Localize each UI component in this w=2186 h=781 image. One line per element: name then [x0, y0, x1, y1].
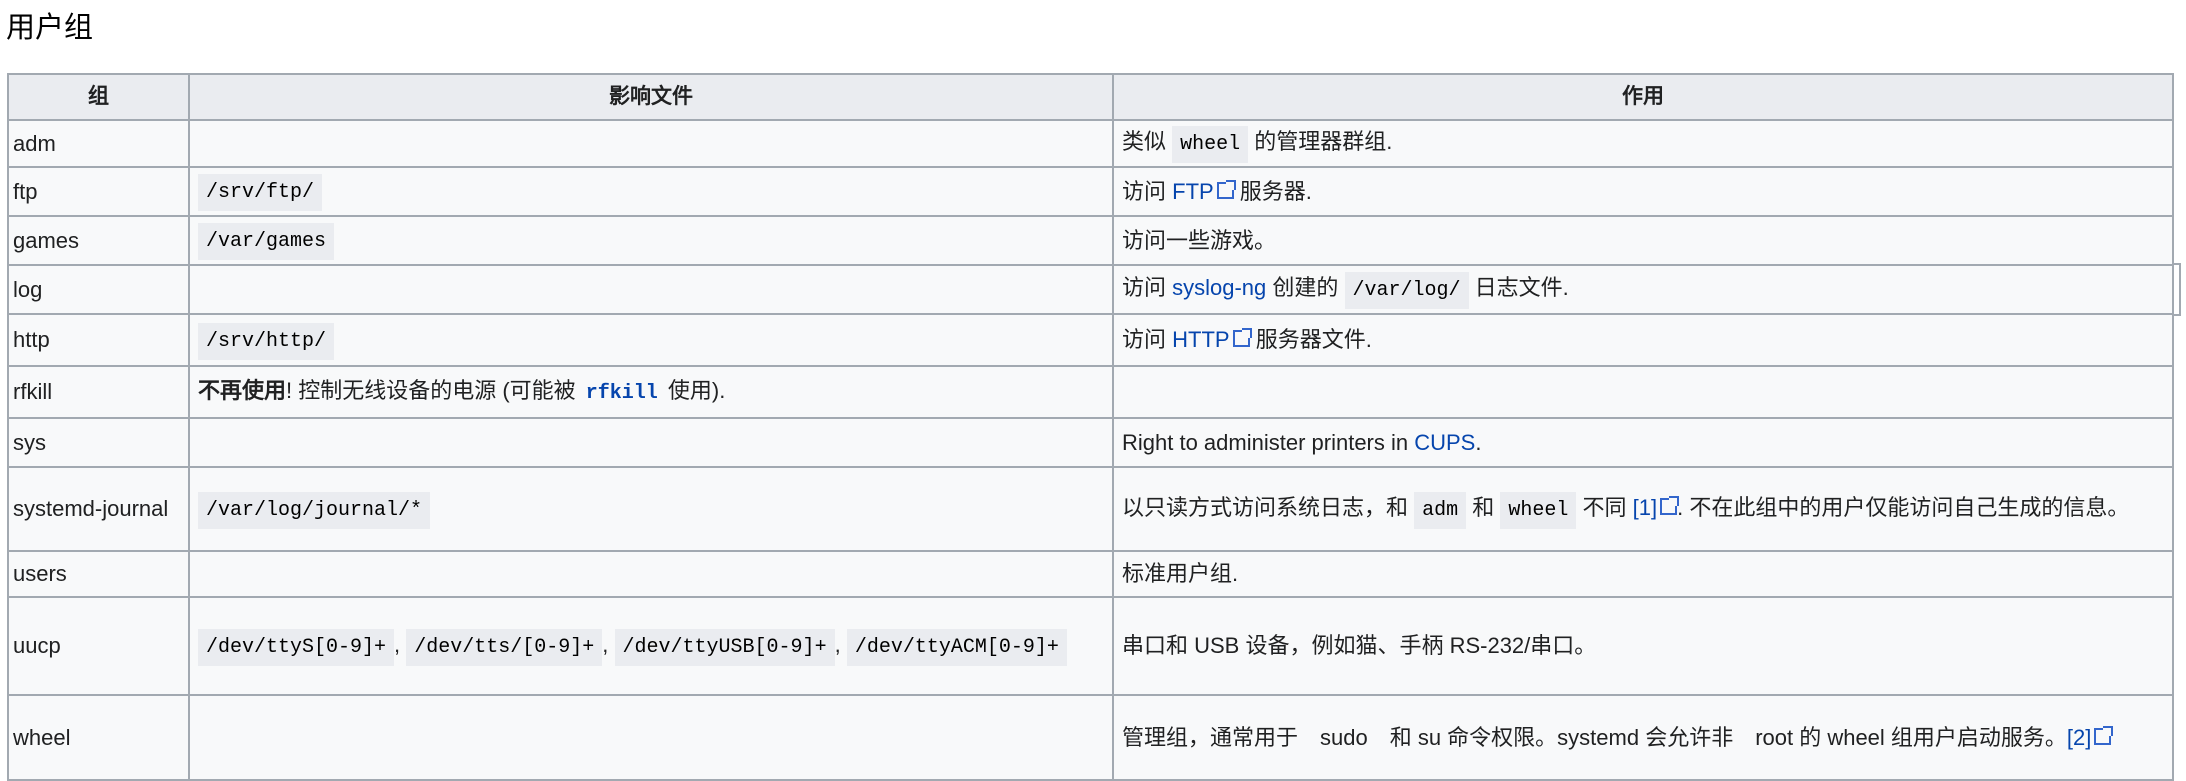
- text: .: [1475, 429, 1482, 455]
- purpose: Right to administer printers in CUPS.: [1112, 417, 2174, 468]
- external-link-icon: [1216, 179, 1236, 199]
- affected-files: [188, 417, 1114, 468]
- code-snippet: /dev/tts/[0-9]+: [406, 628, 603, 666]
- code-snippet: /dev/ttyS[0-9]+: [198, 628, 395, 666]
- table-row: systemd-journal/var/log/journal/* 以只读方式访问…: [7, 466, 2174, 552]
- rfkill-link[interactable]: rfkill: [582, 382, 662, 405]
- group-name: uucp: [7, 596, 190, 696]
- external-link-icon: [1660, 495, 1680, 515]
- table-row: ftp/srv/ftp/访问 FTP 服务器.: [7, 166, 2174, 217]
- wiki-link[interactable]: CUPS: [1414, 430, 1475, 455]
- group-name: games: [7, 215, 190, 266]
- code-snippet: /var/log/: [1344, 272, 1469, 309]
- external-link[interactable]: HTTP: [1172, 327, 1229, 352]
- code-snippet: /dev/ttyACM[0-9]+: [846, 628, 1067, 666]
- affected-files: [188, 694, 1114, 781]
- text: 日志文件.: [1468, 275, 1569, 300]
- text: 服务器.: [1233, 178, 1312, 204]
- text: 管理组，通常用于 sudo 和 su 命令权限。systemd 会允许非 roo…: [1122, 724, 2067, 750]
- text: 串口和 USB 设备，例如猫、手柄 RS-232/串口。: [1122, 633, 1597, 658]
- purpose: [1112, 365, 2174, 419]
- code-snippet: wheel: [1172, 126, 1249, 163]
- group-name: users: [7, 550, 190, 598]
- group-name: sys: [7, 417, 190, 468]
- group-name: rfkill: [7, 365, 190, 419]
- text: 和: [1466, 494, 1501, 520]
- text: 创建的: [1266, 275, 1345, 300]
- table-row: rfkill 不再使用! 控制无线设备的电源 (可能被 rfkill 使用).: [7, 365, 2174, 419]
- group-name: adm: [7, 119, 190, 168]
- external-link[interactable]: FTP: [1172, 179, 1214, 204]
- purpose: 访问一些游戏。: [1112, 215, 2174, 266]
- text: 标准用户组.: [1122, 561, 1239, 586]
- text: Right to administer printers in: [1122, 429, 1415, 455]
- purpose: 访问 HTTP 服务器文件.: [1112, 313, 2174, 367]
- text: 访问: [1122, 178, 1173, 204]
- affected-files: [188, 550, 1114, 598]
- header-files[interactable]: 影响文件: [188, 73, 1114, 121]
- table-row: http/srv/http/访问 HTTP 服务器文件.: [7, 313, 2174, 367]
- group-name: wheel: [7, 694, 190, 781]
- purpose: 串口和 USB 设备，例如猫、手柄 RS-232/串口。: [1112, 596, 2174, 696]
- external-link-icon: [2094, 725, 2114, 745]
- text: 使用).: [661, 377, 726, 403]
- text: 访问: [1122, 275, 1173, 300]
- text: 以只读方式访问系统日志，和: [1122, 494, 1415, 520]
- section-title: 用户组: [6, 12, 94, 44]
- group-name: ftp: [7, 166, 190, 217]
- text: 类似: [1122, 129, 1173, 154]
- purpose: 访问 FTP 服务器.: [1112, 166, 2174, 217]
- code-snippet: /srv/ftp/: [198, 174, 323, 211]
- purpose: 管理组，通常用于 sudo 和 su 命令权限。systemd 会允许非 roo…: [1112, 694, 2174, 781]
- table-row: uucp/dev/ttyS[0-9]+, /dev/tts/[0-9]+, /d…: [7, 596, 2174, 696]
- code-snippet: adm: [1414, 491, 1467, 529]
- text: 访问一些游戏。: [1122, 227, 1277, 253]
- group-name: systemd-journal: [7, 466, 190, 552]
- table-row: adm 类似 wheel 的管理器群组.: [7, 119, 2174, 168]
- header-purpose[interactable]: 作用: [1112, 73, 2174, 121]
- purpose: 标准用户组.: [1112, 550, 2174, 598]
- user-groups-table: 组 影响文件 作用 adm 类似 wheel 的管理器群组. ftp/srv/ftp…: [7, 73, 2174, 781]
- purpose: 类似 wheel 的管理器群组.: [1112, 119, 2174, 168]
- affected-files: /dev/ttyS[0-9]+, /dev/tts/[0-9]+, /dev/t…: [188, 596, 1114, 696]
- affected-files: /var/games: [188, 215, 1114, 266]
- text: . 不在此组中的用户仅能访问自己生成的信息。: [1677, 494, 2130, 520]
- text: ,: [602, 631, 615, 657]
- code-snippet: /srv/http/: [198, 322, 335, 360]
- code-snippet: /var/log/journal/*: [198, 491, 431, 529]
- table-row: log 访问 syslog-ng 创建的 /var/log/ 日志文件.: [7, 264, 2174, 315]
- bold-text: 不再使用: [198, 377, 287, 403]
- code-snippet: /dev/ttyUSB[0-9]+: [614, 628, 835, 666]
- group-name: http: [7, 313, 190, 367]
- table-row: wheel 管理组，通常用于 sudo 和 su 命令权限。systemd 会允许…: [7, 694, 2174, 781]
- affected-files: [188, 264, 1114, 315]
- purpose: 以只读方式访问系统日志，和 adm 和 wheel 不同 [1] . 不在此组中的…: [1112, 466, 2174, 552]
- table-row: games/var/games 访问一些游戏。: [7, 215, 2174, 266]
- table-row: users 标准用户组.: [7, 550, 2174, 598]
- table-row: sys Right to administer printers in CUPS.: [7, 417, 2174, 468]
- table-header-row: 组 影响文件 作用: [7, 73, 2174, 121]
- external-link[interactable]: [2]: [2067, 725, 2091, 750]
- text: 访问: [1122, 327, 1173, 352]
- text: ,: [834, 631, 847, 657]
- text: 服务器文件.: [1249, 327, 1372, 352]
- wiki-link[interactable]: syslog-ng: [1172, 275, 1266, 300]
- code-snippet: wheel: [1500, 491, 1577, 529]
- text: 的管理器群组.: [1248, 129, 1393, 154]
- purpose: 访问 syslog-ng 创建的 /var/log/ 日志文件.: [1112, 264, 2174, 315]
- text: ,: [394, 631, 407, 657]
- affected-files: 不再使用! 控制无线设备的电源 (可能被 rfkill 使用).: [188, 365, 1114, 419]
- affected-files: /srv/http/: [188, 313, 1114, 367]
- text: 不同: [1576, 494, 1633, 520]
- affected-files: [188, 119, 1114, 168]
- external-link-icon: [1232, 328, 1252, 347]
- affected-files: /var/log/journal/*: [188, 466, 1114, 552]
- text: ! 控制无线设备的电源 (可能被: [286, 377, 582, 403]
- affected-files: /srv/ftp/: [188, 166, 1114, 217]
- external-link[interactable]: [1]: [1633, 495, 1657, 520]
- header-group[interactable]: 组: [7, 73, 190, 121]
- group-name: log: [7, 264, 190, 315]
- code-snippet: /var/games: [198, 223, 335, 260]
